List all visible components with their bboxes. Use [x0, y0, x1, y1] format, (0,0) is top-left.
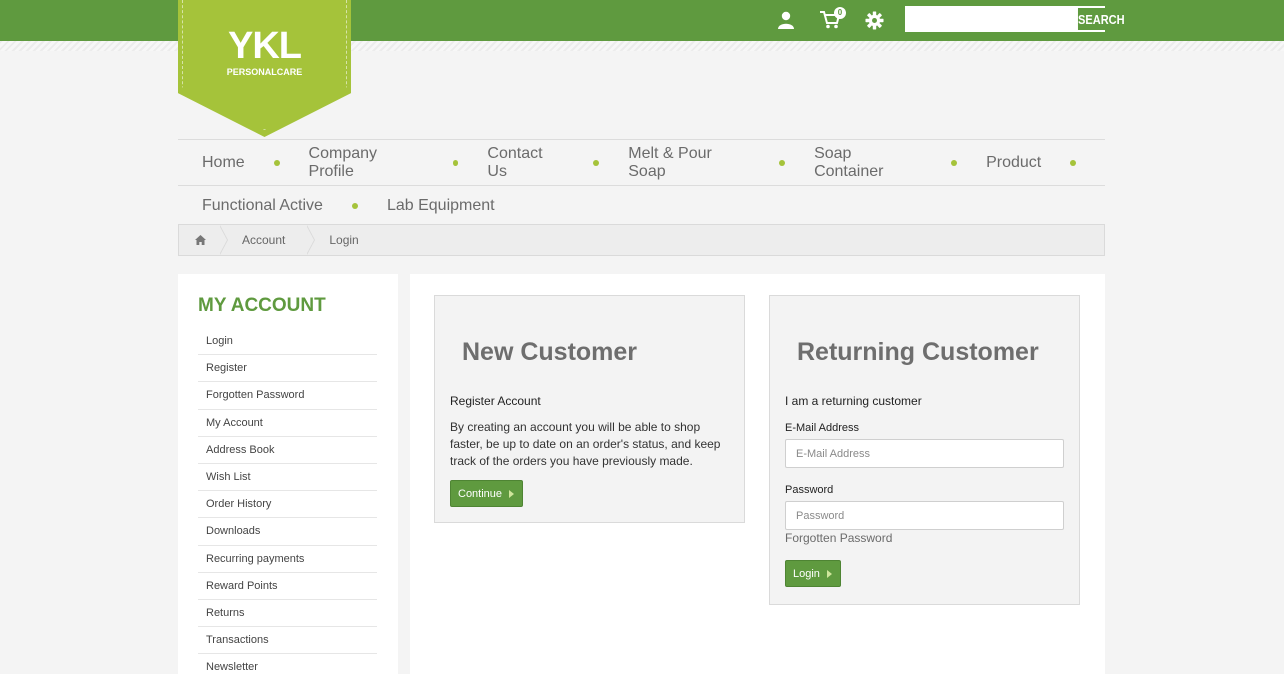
- sidebar-item-wish-list[interactable]: Wish List: [198, 464, 377, 492]
- nav-contact-us[interactable]: Contact Us: [487, 145, 564, 181]
- login-button[interactable]: Login: [785, 560, 841, 587]
- email-field[interactable]: [785, 439, 1064, 468]
- nav-label: Company Profile: [308, 144, 378, 180]
- register-account-text: By creating an account you will be able …: [450, 420, 721, 468]
- nav-home[interactable]: Home: [202, 154, 245, 172]
- account-sidebar: MY ACCOUNT Login Register Forgotten Pass…: [178, 274, 398, 674]
- nav-label: Product: [986, 153, 1042, 171]
- continue-button[interactable]: Continue: [450, 480, 524, 507]
- returning-customer-title: Returning Customer: [797, 338, 1039, 366]
- sidebar-item-my-account[interactable]: My Account: [198, 410, 377, 437]
- nav-separator: [593, 159, 600, 166]
- nav-soap-container[interactable]: Soap Container: [814, 145, 922, 181]
- nav-separator: [351, 203, 358, 209]
- top-icons: 0: [776, 7, 908, 31]
- nav-separator: [779, 159, 786, 166]
- nav-separator: [951, 159, 958, 166]
- breadcrumb-account[interactable]: Account: [220, 225, 316, 255]
- brand-logo[interactable]: YKL PERSONALCARE: [178, 0, 351, 137]
- sidebar-item-downloads[interactable]: Downloads: [198, 518, 377, 546]
- nav-label: Soap Container: [814, 144, 884, 180]
- nav-label: Melt & Pour Soap: [628, 144, 712, 180]
- register-account-heading: Register Account: [450, 394, 541, 408]
- forgotten-password-link[interactable]: Forgotten Password: [785, 531, 892, 545]
- sidebar-item-address-book[interactable]: Address Book: [198, 437, 377, 464]
- search-button[interactable]: SEARCH: [1077, 8, 1125, 30]
- nav-company-profile[interactable]: Company Profile: [309, 145, 424, 181]
- main-nav: Home Company Profile Contact Us Melt & P…: [178, 139, 1105, 225]
- sidebar-list: Login Register Forgotten Password My Acc…: [198, 328, 377, 674]
- breadcrumb: Account Login: [178, 224, 1105, 256]
- sidebar-item-returns[interactable]: Returns: [198, 600, 377, 628]
- email-label: E-Mail Address: [785, 422, 859, 434]
- returning-customer-heading: I am a returning customer: [785, 394, 922, 408]
- returning-customer-panel: Returning Customer I am a returning cust…: [769, 295, 1080, 605]
- search-box: SEARCH: [905, 6, 1125, 32]
- sidebar-item-newsletter[interactable]: Newsletter: [198, 654, 377, 674]
- breadcrumb-login[interactable]: Login: [307, 225, 380, 255]
- nav-separator: [452, 159, 459, 166]
- nav-product[interactable]: Product: [986, 154, 1041, 172]
- sidebar-item-reward-points[interactable]: Reward Points: [198, 573, 377, 600]
- user-icon[interactable]: [776, 9, 796, 31]
- cart-icon[interactable]: 0: [820, 7, 846, 31]
- nav-melt-pour-soap[interactable]: Melt & Pour Soap: [628, 145, 750, 181]
- nav-separator: [273, 159, 280, 166]
- search-input[interactable]: [906, 7, 1073, 31]
- gear-icon[interactable]: [864, 9, 884, 31]
- cart-count-badge: 0: [834, 7, 846, 19]
- new-customer-panel: New Customer Register Account By creatin…: [434, 295, 745, 523]
- nav-label: Functional Active: [202, 197, 323, 214]
- sidebar-item-forgotten-password[interactable]: Forgotten Password: [198, 382, 377, 410]
- sidebar-title: MY ACCOUNT: [198, 295, 326, 316]
- breadcrumb-home[interactable]: [179, 225, 228, 255]
- sidebar-item-register[interactable]: Register: [198, 355, 377, 383]
- logo-subtitle: PERSONALCARE: [226, 67, 303, 77]
- home-icon: [195, 235, 206, 245]
- sidebar-item-transactions[interactable]: Transactions: [198, 627, 377, 655]
- nav-label: Home: [202, 153, 245, 171]
- nav-row-2: Functional Active Lab Equipment: [178, 185, 1105, 225]
- nav-label: Lab Equipment: [386, 197, 495, 214]
- chevron-right-icon: [509, 489, 515, 498]
- sidebar-item-order-history[interactable]: Order History: [198, 491, 377, 519]
- main-content: New Customer Register Account By creatin…: [410, 274, 1105, 674]
- chevron-right-icon: [826, 569, 832, 578]
- login-button-label: Login: [793, 567, 820, 580]
- nav-separator: [1070, 159, 1077, 166]
- nav-label: Contact Us: [487, 144, 543, 180]
- nav-lab-equipment[interactable]: Lab Equipment: [387, 197, 495, 215]
- nav-functional-active[interactable]: Functional Active: [202, 197, 323, 215]
- sidebar-item-login[interactable]: Login: [198, 328, 377, 356]
- sidebar-item-recurring-payments[interactable]: Recurring payments: [198, 546, 377, 573]
- continue-button-label: Continue: [458, 487, 503, 500]
- logo-title: YKL: [228, 25, 302, 67]
- nav-row-1: Home Company Profile Contact Us Melt & P…: [178, 139, 1105, 185]
- password-label: Password: [785, 484, 834, 496]
- new-customer-title: New Customer: [462, 338, 638, 366]
- password-field[interactable]: [785, 501, 1064, 530]
